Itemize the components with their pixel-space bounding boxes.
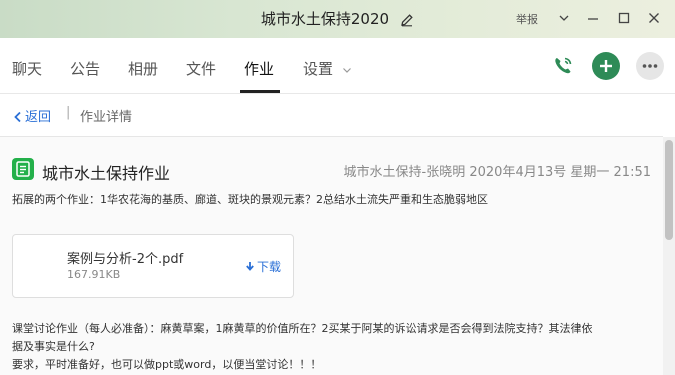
tab-album[interactable]: 相册 (128, 58, 158, 79)
breadcrumb: 返回 | 作业详情 (0, 94, 675, 136)
tab-homework[interactable]: 作业 (244, 58, 274, 79)
tab-files[interactable]: 文件 (186, 58, 216, 79)
homework-note-line: 据及事实是什么? (12, 340, 95, 353)
download-label: 下载 (257, 260, 282, 274)
homework-description: 拓展的两个作业：1华农花海的基质、廊道、斑块的景观元素？2总结水土流失严重和生态… (12, 193, 488, 206)
download-icon (246, 262, 254, 271)
attachment-size: 167.91KB (67, 268, 121, 281)
tab-announcement[interactable]: 公告 (70, 58, 100, 79)
download-button[interactable]: 下载 (245, 258, 281, 275)
tab-settings-label: 设置 (303, 60, 334, 78)
homework-meta: 城市水土保持-张晓明 2020年4月13号 星期一 21:51 (343, 165, 651, 180)
back-chevron-icon (14, 111, 21, 123)
maximize-icon[interactable] (615, 9, 633, 27)
close-icon[interactable] (645, 9, 663, 27)
title-bar: 城市水土保持2020 举报 (0, 0, 675, 38)
homework-note-line: 课堂讨论作业（每人必准备）：麻黄草案，1麻黄草的价值所在？2买某于阿某的诉讼请求… (12, 322, 593, 335)
window-title: 城市水土保持2020 (260, 10, 390, 28)
homework-detail: 城市水土保持作业 城市水土保持-张晓明 2020年4月13号 星期一 21:51… (0, 137, 663, 375)
chevron-down-icon (342, 61, 352, 79)
window-title-wrap: 城市水土保持2020 (0, 8, 675, 29)
plus-icon[interactable] (592, 52, 620, 80)
breadcrumb-title: 作业详情 (80, 110, 133, 125)
minimize-icon[interactable] (584, 9, 602, 27)
homework-note-line: 要求，平时准备好，也可以做ppt或word，以便当堂讨论！！！ (12, 358, 322, 371)
homework-title: 城市水土保持作业 (42, 164, 171, 183)
tab-chat[interactable]: 聊天 (12, 58, 42, 79)
scrollbar-thumb[interactable] (665, 140, 673, 240)
back-label: 返回 (25, 110, 52, 125)
breadcrumb-separator: | (66, 105, 71, 120)
back-button[interactable]: 返回 (13, 106, 51, 125)
more-icon[interactable] (636, 52, 664, 80)
edit-icon[interactable] (400, 12, 414, 26)
tab-bar: 聊天 公告 相册 文件 作业 设置 (0, 38, 675, 94)
phone-icon[interactable] (549, 52, 577, 80)
tab-settings[interactable]: 设置 (303, 58, 352, 79)
attachment-name: 案例与分析-2个.pdf (67, 252, 184, 267)
chevron-down-icon[interactable] (555, 9, 573, 27)
homework-icon (12, 158, 34, 180)
attachment-card[interactable]: 案例与分析-2个.pdf 167.91KB 下载 (12, 234, 294, 298)
report-link[interactable]: 举报 (516, 11, 538, 27)
